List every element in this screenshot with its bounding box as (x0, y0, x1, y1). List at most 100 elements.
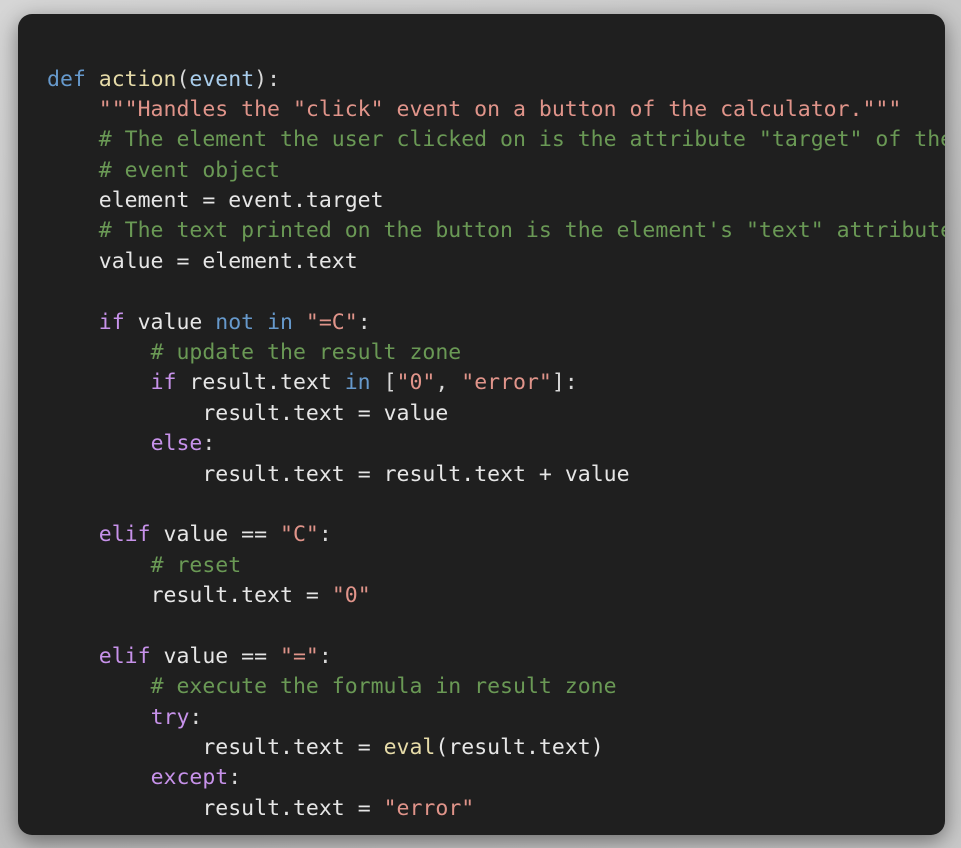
code-line: except: (47, 763, 945, 793)
code-line: result.text = "0" (47, 581, 945, 611)
code-line: if value not in "=C": (47, 308, 945, 338)
code-token: + (538, 461, 552, 487)
code-token: else (150, 431, 203, 457)
code-line: def action(event): (47, 65, 945, 95)
code-line: ​ (47, 612, 945, 642)
code-token: # event object (98, 157, 280, 183)
code-line: else: (47, 429, 945, 459)
code-token: # update the result zone (150, 340, 462, 366)
code-token: # execute the formula in result zone (150, 674, 617, 700)
code-token: : (189, 704, 203, 730)
code-line: # event object (47, 156, 945, 186)
code-token: = (357, 735, 371, 761)
code-token: value (150, 643, 242, 669)
code-token: result.text (202, 400, 358, 426)
code-block[interactable]: def action(event): """Handles the "click… (47, 65, 945, 825)
code-token: = (357, 795, 371, 821)
code-line: elif value == "=": (47, 642, 945, 672)
code-line: value = element.text (47, 247, 945, 277)
code-snippet-card: def action(event): """Handles the "click… (18, 14, 945, 835)
code-token: action (98, 66, 177, 92)
code-line: element = event.target (47, 186, 945, 216)
code-line: """Handles the "click" event on a button… (47, 95, 945, 125)
code-line: # The text printed on the button is the … (47, 216, 945, 246)
code-token: : (202, 431, 216, 457)
code-token: value (150, 522, 242, 548)
code-token: = (176, 248, 190, 274)
code-token: "error" (461, 370, 552, 396)
code-token: # reset (150, 552, 242, 578)
code-line: result.text = eval(result.text) (47, 733, 945, 763)
code-token: event.target (215, 188, 384, 214)
code-line: # execute the formula in result zone (47, 672, 945, 702)
code-token: in (344, 370, 371, 396)
code-token: eval (383, 735, 436, 761)
code-line: try: (47, 703, 945, 733)
code-token: def (47, 66, 86, 92)
code-token: = (357, 400, 371, 426)
code-line: elif value == "C": (47, 520, 945, 550)
code-token: = (357, 461, 371, 487)
code-line: result.text = value (47, 399, 945, 429)
code-token: # The text printed on the button is the … (98, 218, 945, 244)
code-token: [ (370, 370, 397, 396)
code-token: result.text (202, 461, 358, 487)
code-token: element.text (189, 248, 358, 274)
code-token: except (150, 765, 229, 791)
code-token: value (98, 248, 177, 274)
code-line: # reset (47, 551, 945, 581)
code-token: try (150, 704, 190, 730)
code-token: ( (176, 66, 190, 92)
code-token: ): (254, 66, 281, 92)
code-token: ]: (551, 370, 578, 396)
code-token: "0" (331, 583, 371, 609)
code-token: elif (98, 643, 151, 669)
code-token: element (98, 188, 203, 214)
code-token: result.text (202, 735, 358, 761)
code-token: "0" (396, 370, 436, 396)
code-token: value (370, 400, 449, 426)
code-token: result.text (370, 461, 539, 487)
code-token: if (98, 309, 125, 335)
code-line: if result.text in ["0", "error"]: (47, 368, 945, 398)
code-token: result.text (202, 795, 358, 821)
code-token: value (551, 461, 630, 487)
code-token: : (318, 643, 332, 669)
code-token: "=C" (305, 309, 358, 335)
code-token: : (357, 309, 371, 335)
code-token: elif (98, 522, 151, 548)
code-token: value (124, 309, 216, 335)
code-line: result.text = result.text + value (47, 460, 945, 490)
code-token: in (267, 309, 293, 335)
code-token: "C" (280, 522, 319, 548)
code-line: result.text = "error" (47, 794, 945, 824)
code-token: == (241, 643, 268, 669)
code-token: event (189, 66, 255, 92)
code-token: = (202, 188, 216, 214)
code-token: result.text (150, 583, 306, 609)
code-token: result.text (176, 370, 345, 396)
code-token: not (215, 309, 255, 335)
